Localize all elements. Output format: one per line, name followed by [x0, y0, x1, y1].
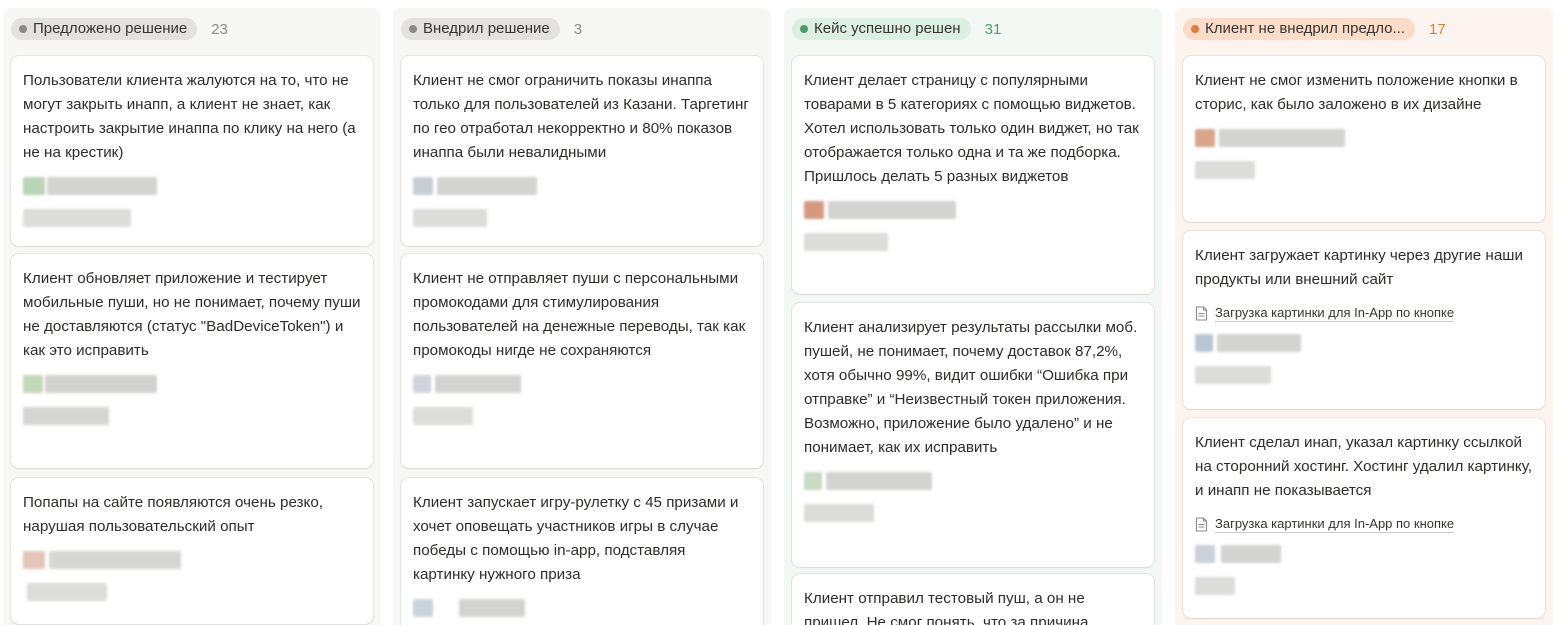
- linked-page[interactable]: Загрузка картинки для In-App по кнопке: [1195, 305, 1533, 322]
- property-value: [1195, 157, 1533, 183]
- card-title: Пользователи клиента жалуются на то, что…: [23, 72, 356, 161]
- card-title: Клиент не смог изменить положение кнопки…: [1195, 72, 1518, 113]
- document-icon: [1195, 517, 1208, 532]
- avatar: [804, 468, 1142, 494]
- board-card[interactable]: Клиент обновляет приложение и тестирует …: [11, 254, 373, 468]
- board-card[interactable]: Клиент не отправляет пуши с персональным…: [401, 254, 763, 468]
- card-count: 23: [211, 20, 228, 38]
- status-dot-icon: [19, 25, 27, 33]
- board-column: Внедрил решение 3 Клиент не смог огранич…: [393, 8, 771, 625]
- avatar: [1195, 541, 1533, 567]
- board-card[interactable]: Попапы на сайте появляются очень резко, …: [11, 478, 373, 624]
- property-value: [1195, 573, 1533, 599]
- card-title: Клиент делает страницу с популярными тов…: [804, 72, 1139, 185]
- property-value: [413, 205, 751, 231]
- avatar: [23, 371, 361, 397]
- card-count: 3: [573, 20, 583, 38]
- status-dot-icon: [409, 25, 417, 33]
- card-title: Клиент отправил тестовый пуш, а он не пр…: [804, 590, 1089, 625]
- property-value: [23, 579, 361, 605]
- card-title: Клиент запускает игру-рулетку с 45 приза…: [413, 494, 739, 583]
- board-card[interactable]: Клиент отправил тестовый пуш, а он не пр…: [792, 574, 1154, 625]
- column-header[interactable]: Предложено решение 23: [11, 8, 373, 50]
- card-count: 31: [984, 20, 1002, 38]
- document-icon: [1195, 306, 1208, 321]
- status-label: Клиент не внедрил предло...: [1205, 20, 1405, 37]
- avatar: [23, 547, 361, 573]
- card-title: Клиент не отправляет пуши с персональным…: [413, 270, 746, 359]
- linked-page-title[interactable]: Загрузка картинки для In-App по кнопке: [1215, 305, 1455, 322]
- kanban-board: Предложено решение 23 Пользователи клиен…: [0, 0, 1560, 625]
- avatar: [1195, 125, 1533, 151]
- card-title: Клиент сделал инап, указал картинку ссыл…: [1195, 434, 1533, 499]
- property-value: [413, 403, 751, 429]
- avatar: [413, 371, 751, 397]
- board-card[interactable]: Клиент сделал инап, указал картинку ссыл…: [1183, 418, 1545, 618]
- card-count: 17: [1428, 20, 1446, 38]
- board-card[interactable]: Пользователи клиента жалуются на то, что…: [11, 56, 373, 246]
- status-dot-icon: [800, 25, 808, 33]
- column-header[interactable]: Клиент не внедрил предло... 17: [1183, 8, 1545, 50]
- column-header[interactable]: Внедрил решение 3: [401, 8, 763, 50]
- property-value: [23, 403, 361, 429]
- board-card[interactable]: Клиент не смог изменить положение кнопки…: [1183, 56, 1545, 222]
- status-label: Внедрил решение: [423, 20, 550, 37]
- card-title: Клиент обновляет приложение и тестирует …: [23, 270, 361, 359]
- avatar: [1195, 330, 1533, 356]
- property-value: [23, 205, 361, 231]
- linked-page-title[interactable]: Загрузка картинки для In-App по кнопке: [1215, 516, 1455, 533]
- board-column: Предложено решение 23 Пользователи клиен…: [3, 8, 381, 625]
- board-card[interactable]: Клиент загружает картинку через другие н…: [1183, 231, 1545, 409]
- status-dot-icon: [1191, 25, 1199, 33]
- avatar: [804, 197, 1142, 223]
- board-card[interactable]: Клиент запускает игру-рулетку с 45 приза…: [401, 478, 763, 625]
- linked-page[interactable]: Загрузка картинки для In-App по кнопке: [1195, 516, 1533, 533]
- card-title: Попапы на сайте появляются очень резко, …: [23, 494, 323, 535]
- avatar: [413, 173, 751, 199]
- property-value: [804, 229, 1142, 255]
- column-header[interactable]: Кейс успешно решен 31: [792, 8, 1154, 50]
- status-label: Предложено решение: [33, 20, 188, 37]
- card-title: Клиент не смог ограничить показы инаппа …: [413, 72, 749, 161]
- status-label: Кейс успешно решен: [814, 20, 961, 37]
- status-pill[interactable]: Клиент не внедрил предло...: [1183, 18, 1415, 40]
- status-pill[interactable]: Кейс успешно решен: [792, 18, 971, 40]
- board-card[interactable]: Клиент анализирует результаты рассылки м…: [792, 303, 1154, 567]
- status-pill[interactable]: Предложено решение: [11, 18, 198, 40]
- board-card[interactable]: Клиент делает страницу с популярными тов…: [792, 56, 1154, 294]
- avatar: [413, 595, 751, 621]
- board-card[interactable]: Клиент не смог ограничить показы инаппа …: [401, 56, 763, 246]
- property-value: [804, 500, 1142, 526]
- property-value: [1195, 362, 1533, 388]
- board-column: Клиент не внедрил предло... 17 Клиент не…: [1175, 8, 1553, 625]
- card-title: Клиент анализирует результаты рассылки м…: [804, 319, 1138, 456]
- card-title: Клиент загружает картинку через другие н…: [1195, 247, 1523, 288]
- board-column: Кейс успешно решен 31 Клиент делает стра…: [784, 8, 1162, 625]
- avatar: [23, 173, 361, 199]
- status-pill[interactable]: Внедрил решение: [401, 18, 560, 40]
